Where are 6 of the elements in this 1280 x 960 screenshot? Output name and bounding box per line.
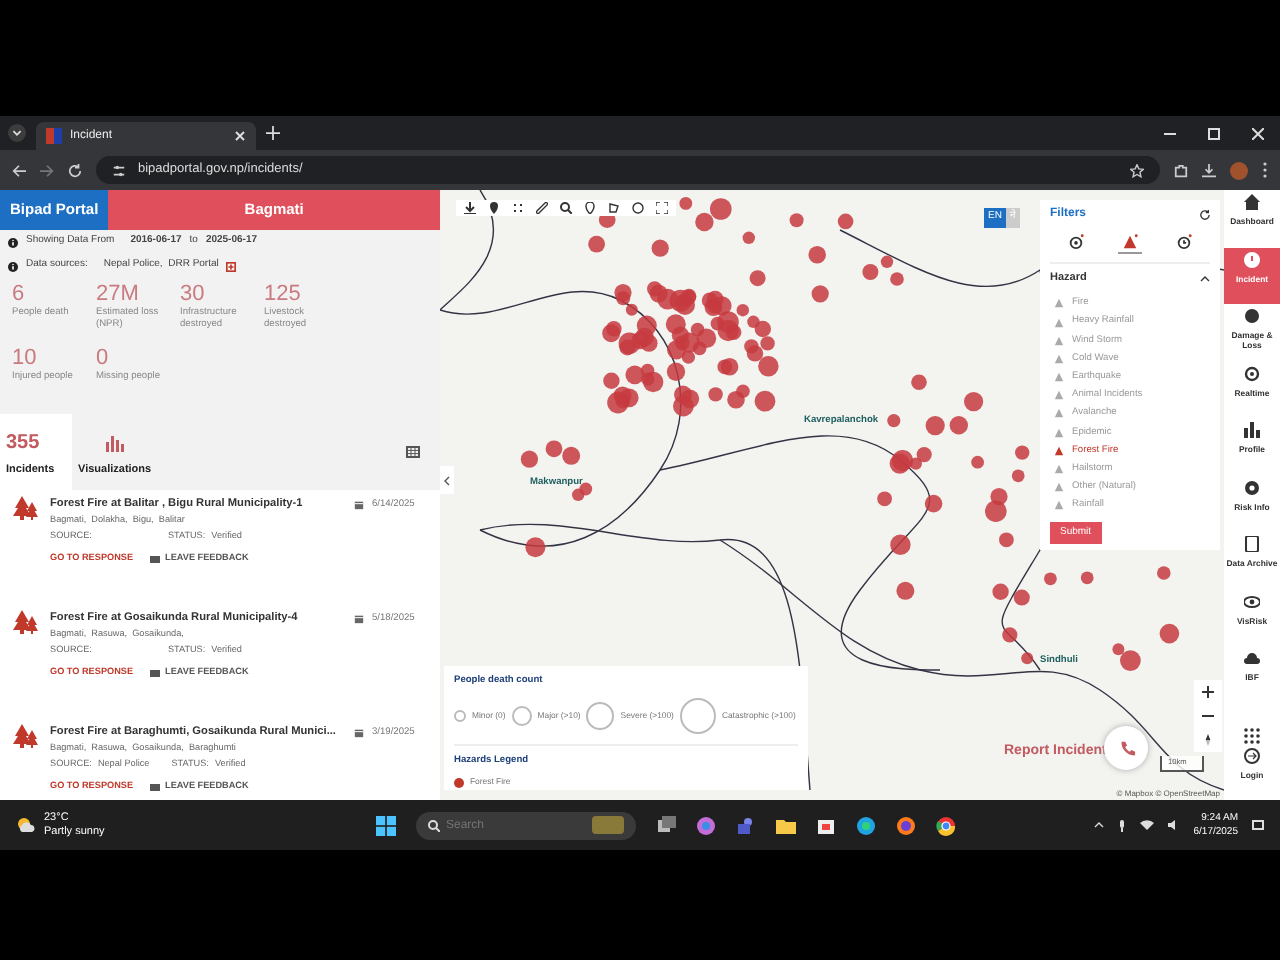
stat-value: 10 [12, 346, 39, 371]
stat-value: 27M [96, 282, 141, 307]
stat-value: 6 [12, 282, 27, 307]
stat-value: 125 [264, 282, 303, 307]
stat-value: 30 [180, 282, 207, 307]
stat-value: 0 [96, 346, 111, 371]
